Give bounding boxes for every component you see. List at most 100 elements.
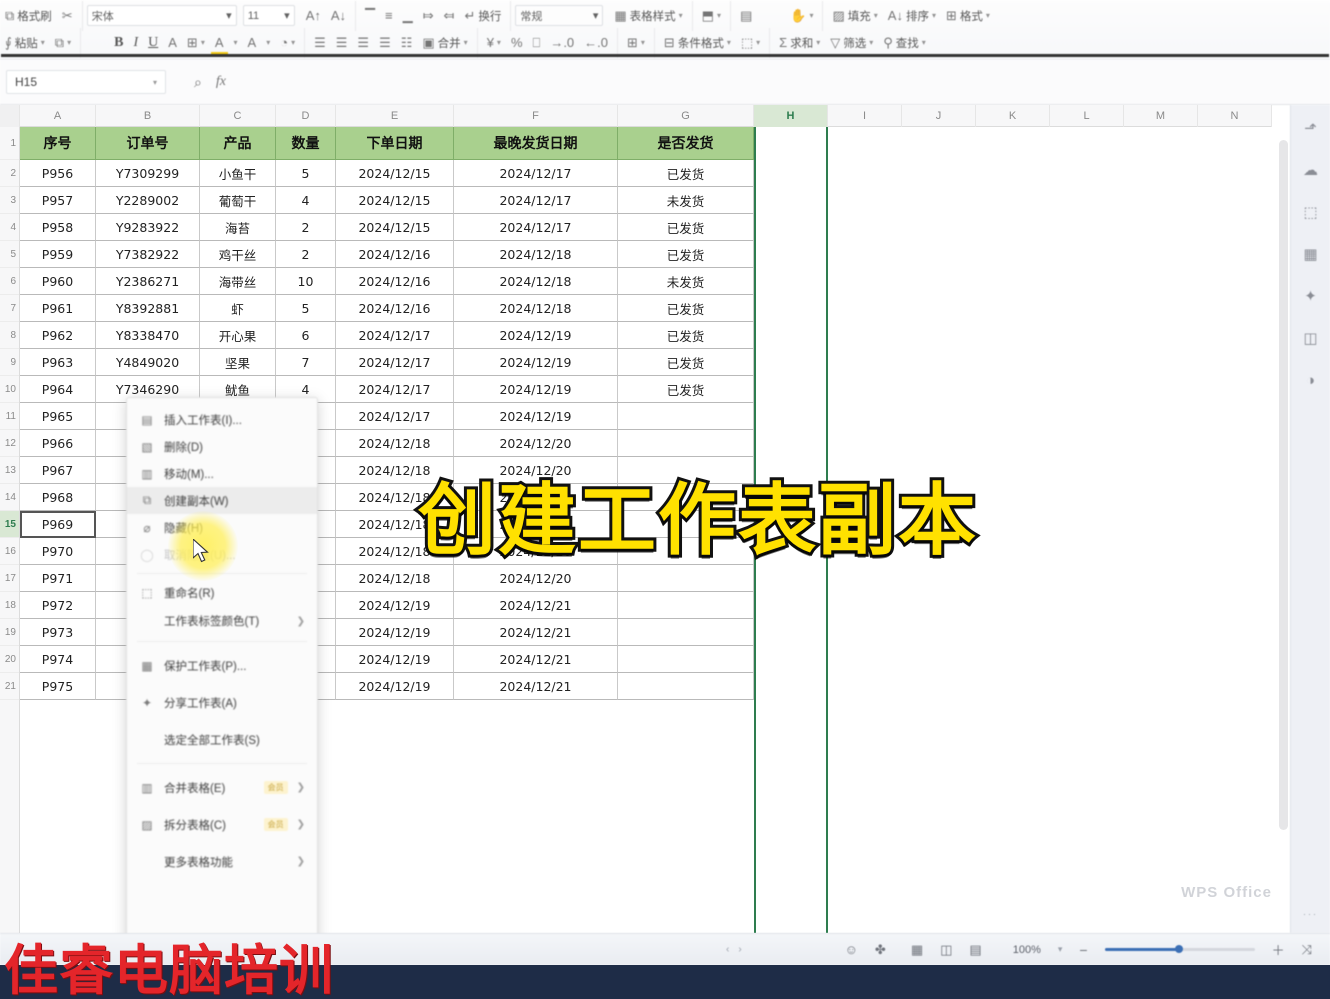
table-cell[interactable]: Y2386271 <box>96 268 200 295</box>
merge-cells-button[interactable]: ▣ 合并 ▾ <box>417 32 472 54</box>
format-brush-button[interactable]: ✋ ▾ <box>785 5 818 27</box>
table-cell[interactable]: Y8392881 <box>96 295 200 322</box>
menu-item-move-sheet-icon[interactable]: ▥ 移动(M)... <box>127 460 317 487</box>
table-cell[interactable]: P958 <box>20 214 96 241</box>
align-left-button[interactable]: ☰ <box>309 32 331 54</box>
row-header-12[interactable]: 12 <box>0 430 19 457</box>
empty-cell[interactable] <box>976 295 1050 322</box>
zoom-slider[interactable] <box>1104 945 1255 953</box>
empty-cell[interactable] <box>1124 127 1198 160</box>
table-cell[interactable]: 2024/12/15 <box>336 187 454 214</box>
empty-cell[interactable] <box>1124 484 1198 511</box>
table-cell[interactable]: 4 <box>276 187 336 214</box>
empty-cell[interactable] <box>1198 646 1272 673</box>
empty-cell[interactable] <box>754 430 828 457</box>
empty-cell[interactable] <box>1050 160 1124 187</box>
empty-cell[interactable] <box>902 349 976 376</box>
table-cell[interactable]: 2024/12/18 <box>454 268 618 295</box>
table-cell[interactable] <box>618 619 754 646</box>
find-button[interactable]: ⚲ 查找 ▾ <box>878 32 931 54</box>
empty-cell[interactable] <box>754 646 828 673</box>
table-cell[interactable]: Y4849020 <box>96 349 200 376</box>
column-header-L[interactable]: L <box>1050 105 1124 127</box>
empty-cell[interactable] <box>902 673 976 700</box>
empty-cell[interactable] <box>828 646 902 673</box>
empty-cell[interactable] <box>754 295 828 322</box>
empty-cell[interactable] <box>976 160 1050 187</box>
percent-button[interactable]: % <box>506 32 528 54</box>
table-cell[interactable]: 海带丝 <box>200 268 276 295</box>
table-cell[interactable]: P960 <box>20 268 96 295</box>
table-cell[interactable]: Y8338470 <box>96 322 200 349</box>
table-cell[interactable]: P962 <box>20 322 96 349</box>
table-cell[interactable]: 2024/12/21 <box>454 592 618 619</box>
empty-cell[interactable] <box>1124 322 1198 349</box>
row-header-15[interactable]: 15 <box>0 511 19 538</box>
empty-cell[interactable] <box>976 646 1050 673</box>
empty-cell[interactable] <box>754 619 828 646</box>
table-cell[interactable]: 2024/12/16 <box>336 268 454 295</box>
empty-cell[interactable] <box>976 511 1050 538</box>
table-cell[interactable]: P964 <box>20 376 96 403</box>
row-header-5[interactable]: 5 <box>0 241 19 268</box>
sheet-prev-button[interactable]: ‹ <box>726 944 729 955</box>
column-header-A[interactable]: A <box>20 105 96 127</box>
table-cell[interactable]: 2024/12/17 <box>336 376 454 403</box>
number-format-select[interactable]: 常规 ▾ <box>515 5 604 26</box>
column-header-C[interactable]: C <box>200 105 276 127</box>
table-cell[interactable]: 2024/12/17 <box>454 214 618 241</box>
align-top-button[interactable]: ▔ <box>360 5 380 27</box>
empty-cell[interactable] <box>1050 673 1124 700</box>
menu-item-rename-sheet-icon[interactable]: ⬚ 重命名(R) <box>127 579 317 606</box>
empty-cell[interactable] <box>754 127 828 160</box>
table-cell[interactable]: P963 <box>20 349 96 376</box>
empty-cell[interactable] <box>754 160 828 187</box>
table-cell[interactable]: 已发货 <box>618 160 754 187</box>
menu-item-share-sheet-icon[interactable]: ✦ 分享工作表(A) <box>127 684 317 721</box>
increase-decimal-button[interactable]: →.0 <box>545 32 579 54</box>
empty-cell[interactable] <box>902 376 976 403</box>
empty-cell[interactable] <box>828 241 902 268</box>
empty-cell[interactable] <box>976 565 1050 592</box>
zoom-slider-knob[interactable] <box>1174 945 1183 953</box>
table-cell[interactable]: 2024/12/19 <box>454 403 618 430</box>
column-header-E[interactable]: E <box>336 105 454 127</box>
table-cell[interactable]: Y2289002 <box>96 187 200 214</box>
menu-item-delete-sheet-icon[interactable]: ▧ 删除(D) <box>127 433 317 460</box>
font-size-select[interactable]: 11 ▾ <box>242 5 295 26</box>
empty-cell[interactable] <box>1198 673 1272 700</box>
empty-cell[interactable] <box>1124 673 1198 700</box>
table-cell[interactable]: 2 <box>276 214 336 241</box>
copy-button[interactable]: ⧉ ▾ <box>50 32 76 54</box>
table-cell[interactable]: 2024/12/19 <box>336 673 454 700</box>
empty-cell[interactable] <box>902 295 976 322</box>
row-header-10[interactable]: 10 <box>0 376 19 403</box>
empty-cell[interactable] <box>1198 214 1272 241</box>
empty-cell[interactable] <box>902 430 976 457</box>
empty-cell[interactable] <box>976 127 1050 160</box>
row-header-8[interactable]: 8 <box>0 322 19 349</box>
empty-cell[interactable] <box>1050 619 1124 646</box>
empty-cell[interactable] <box>976 538 1050 565</box>
sheet-navigation[interactable]: ‹ › <box>726 944 742 955</box>
bold-button[interactable]: B <box>109 32 128 54</box>
row-header-21[interactable]: 21 <box>0 673 19 700</box>
table-cell[interactable]: P975 <box>20 673 96 700</box>
header-cell[interactable]: 产品 <box>200 127 276 160</box>
theme-tool-icon[interactable]: ◑ <box>1300 369 1322 391</box>
table-cell[interactable]: 已发货 <box>618 295 754 322</box>
empty-cell[interactable] <box>1198 538 1272 565</box>
row-header-4[interactable]: 4 <box>0 214 19 241</box>
table-cell[interactable]: 2024/12/19 <box>454 349 618 376</box>
empty-cell[interactable] <box>902 160 976 187</box>
empty-cell[interactable] <box>754 187 828 214</box>
empty-cell[interactable] <box>1198 187 1272 214</box>
row-header-14[interactable]: 14 <box>0 484 19 511</box>
table-cell[interactable]: P956 <box>20 160 96 187</box>
empty-cell[interactable] <box>828 619 902 646</box>
wrap-text-button[interactable]: ↵ 换行 <box>459 5 506 27</box>
empty-cell[interactable] <box>1198 376 1272 403</box>
filter-button[interactable]: ▽ 筛选 ▾ <box>825 32 878 54</box>
table-cell[interactable]: 2024/12/16 <box>336 241 454 268</box>
menu-item-select-all-sheets-icon[interactable]: 选定全部工作表(S) <box>127 721 317 758</box>
